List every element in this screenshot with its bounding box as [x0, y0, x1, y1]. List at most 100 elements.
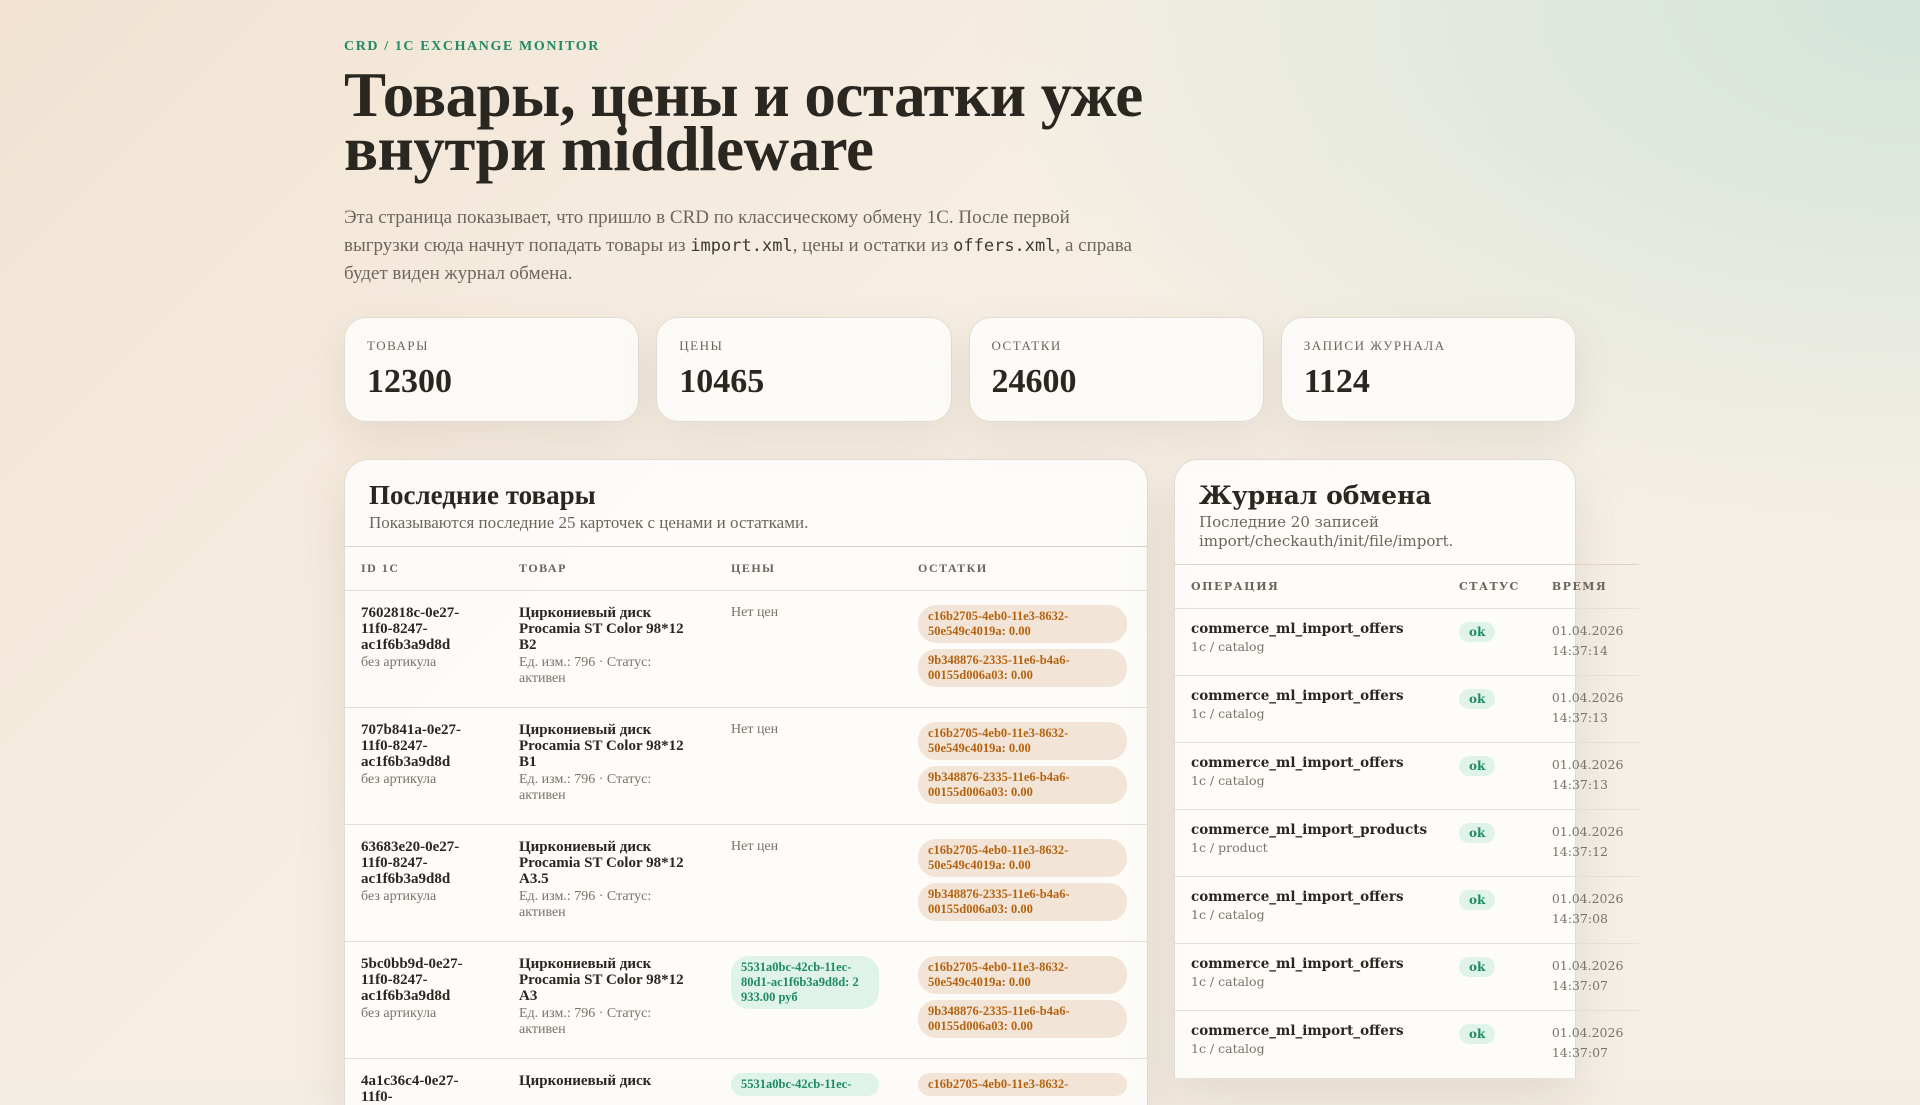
log-time: 14:37:13: [1552, 708, 1624, 728]
offers-xml-code: offers.xml: [953, 236, 1055, 256]
stat-label: ОСТАТКИ: [992, 338, 1241, 354]
operation-name: commerce_ml_import_offers: [1191, 621, 1427, 637]
operation-name: commerce_ml_import_offers: [1191, 889, 1427, 905]
stock-chip: c16b2705-4eb0-11e3-8632-50e549c4019a: 0.…: [918, 839, 1127, 877]
col-status: СТАТУС: [1443, 565, 1536, 609]
stocks-cell: c16b2705-4eb0-11e3-8632-50e549c4019a: 0.…: [902, 942, 1147, 1059]
table-row: 707b841a-0e27-11f0-8247-ac1f6b3a9d8dбез …: [345, 708, 1147, 825]
time-cell: 01.04.202614:37:14: [1536, 609, 1640, 676]
log-time: 14:37:13: [1552, 775, 1624, 795]
stock-chip: 9b348876-2335-11e6-b4a6-00155d006a03: 0.…: [918, 883, 1127, 921]
log-date: 01.04.2026: [1552, 755, 1624, 775]
id-cell: 63683e20-0e27-11f0-8247-ac1f6b3a9d8dбез …: [345, 825, 503, 942]
price-chip: 5531a0bc-42cb-11ec-80d1-ac1f6b3a9d8d: 2 …: [731, 956, 879, 1009]
intro-text: Эта страница показывает, что пришло в CR…: [344, 204, 1134, 288]
product-meta: Ед. изм.: 796 · Статус: активен: [519, 772, 699, 804]
prices-cell: Нет цен: [715, 825, 902, 942]
product-name: Циркониевый диск Procamia ST Color 98*12…: [519, 839, 699, 887]
time-cell: 01.04.202614:37:13: [1536, 743, 1640, 810]
id-cell: 4a1c36c4-0e27-11f0-: [345, 1059, 503, 1105]
stock-chip: c16b2705-4eb0-11e3-8632-: [918, 1073, 1127, 1096]
stats-row: ТОВАРЫ12300 ЦЕНЫ10465 ОСТАТКИ24600 ЗАПИС…: [344, 317, 1576, 422]
status-badge: ok: [1459, 823, 1495, 843]
operation-source: 1c / product: [1191, 840, 1427, 855]
products-panel: Последние товары Показываются последние 2…: [344, 459, 1148, 1105]
prices-cell: 5531a0bc-42cb-11ec-80d1-ac1f6b3a9d8d: 2 …: [715, 942, 902, 1059]
col-id: ID 1C: [345, 547, 503, 591]
stat-card-products: ТОВАРЫ 12300: [344, 317, 639, 422]
status-cell: ok: [1443, 944, 1536, 1011]
products-title: Последние товары: [369, 480, 1123, 511]
journal-row: commerce_ml_import_offers1c / catalogok0…: [1175, 676, 1639, 743]
operation-source: 1c / catalog: [1191, 974, 1427, 989]
stat-label: ТОВАРЫ: [367, 338, 616, 354]
operation-source: 1c / catalog: [1191, 907, 1427, 922]
product-id: 4a1c36c4-0e27-11f0-: [361, 1073, 487, 1105]
product-cell: Циркониевый диск Procamia ST Color 98*12…: [503, 942, 715, 1059]
operation-source: 1c / catalog: [1191, 1041, 1427, 1056]
stock-chip: c16b2705-4eb0-11e3-8632-50e549c4019a: 0.…: [918, 605, 1127, 643]
stock-chip: 9b348876-2335-11e6-b4a6-00155d006a03: 0.…: [918, 649, 1127, 687]
stocks-cell: c16b2705-4eb0-11e3-8632-50e549c4019a: 0.…: [902, 708, 1147, 825]
operation-cell: commerce_ml_import_offers 1c / catalog: [1175, 676, 1443, 743]
time-cell: 01.04.202614:37:07: [1536, 1011, 1640, 1078]
stocks-cell: c16b2705-4eb0-11e3-8632-: [902, 1059, 1147, 1105]
product-id: 7602818c-0e27-11f0-8247-ac1f6b3a9d8d: [361, 605, 487, 653]
stat-label: ЦЕНЫ: [679, 338, 928, 354]
log-date: 01.04.2026: [1552, 1023, 1624, 1043]
journal-row: commerce_ml_import_offers1c / catalogok0…: [1175, 877, 1639, 944]
product-name: Циркониевый диск Procamia ST Color 98*12…: [519, 722, 699, 770]
journal-row: commerce_ml_import_offers1c / catalog ok 0…: [1175, 609, 1639, 676]
product-cell: Циркониевый диск: [503, 1059, 715, 1105]
products-subtitle: Показываются последние 25 карточек с цен…: [369, 513, 1123, 532]
table-row: 7602818c-0e27-11f0-8247-ac1f6b3a9d8d без …: [345, 591, 1147, 708]
import-xml-code: import.xml: [690, 236, 792, 256]
status-badge: ok: [1459, 1024, 1495, 1044]
status-cell: ok: [1443, 743, 1536, 810]
no-prices-text: Нет цен: [731, 722, 886, 738]
operation-source: 1c / catalog: [1191, 706, 1427, 721]
operation-name: commerce_ml_import_offers: [1191, 1023, 1427, 1039]
col-operation: ОПЕРАЦИЯ: [1175, 565, 1443, 609]
operation-cell: commerce_ml_import_offers1c / catalog: [1175, 609, 1443, 676]
product-id: 63683e20-0e27-11f0-8247-ac1f6b3a9d8d: [361, 839, 487, 887]
product-meta: Ед. изм.: 796 · Статус: активен: [519, 655, 699, 687]
stock-chip: c16b2705-4eb0-11e3-8632-50e549c4019a: 0.…: [918, 956, 1127, 994]
log-time: 14:37:12: [1552, 842, 1624, 862]
operation-cell: commerce_ml_import_offers1c / catalog: [1175, 944, 1443, 1011]
id-cell: 5bc0bb9d-0e27-11f0-8247-ac1f6b3a9d8dбез …: [345, 942, 503, 1059]
journal-row: commerce_ml_import_offers1c / catalogok0…: [1175, 944, 1639, 1011]
journal-title: Журнал обмена: [1199, 480, 1551, 511]
log-time: 14:37:08: [1552, 909, 1624, 929]
operation-cell: commerce_ml_import_offers1c / catalog: [1175, 743, 1443, 810]
prices-cell: Нет цен: [715, 591, 902, 708]
table-row: 5bc0bb9d-0e27-11f0-8247-ac1f6b3a9d8dбез …: [345, 942, 1147, 1059]
operation-name: commerce_ml_import_offers: [1191, 688, 1427, 704]
col-time: ВРЕМЯ: [1536, 565, 1640, 609]
log-date: 01.04.2026: [1552, 688, 1624, 708]
log-time: 14:37:07: [1552, 976, 1624, 996]
no-prices-text: Нет цен: [731, 605, 886, 621]
log-date: 01.04.2026: [1552, 889, 1624, 909]
product-cell: Циркониевый диск Procamia ST Color 98*12…: [503, 591, 715, 708]
stat-value: 24600: [992, 363, 1241, 401]
table-row: 4a1c36c4-0e27-11f0-Циркониевый диск5531a…: [345, 1059, 1147, 1105]
product-id: 707b841a-0e27-11f0-8247-ac1f6b3a9d8d: [361, 722, 487, 770]
id-cell: 707b841a-0e27-11f0-8247-ac1f6b3a9d8dбез …: [345, 708, 503, 825]
operation-name: commerce_ml_import_offers: [1191, 755, 1427, 771]
id-cell: 7602818c-0e27-11f0-8247-ac1f6b3a9d8d без …: [345, 591, 503, 708]
col-product: ТОВАР: [503, 547, 715, 591]
stat-value: 12300: [367, 363, 616, 401]
status-badge: ok: [1459, 622, 1495, 642]
time-cell: 01.04.202614:37:07: [1536, 944, 1640, 1011]
status-cell: ok: [1443, 609, 1536, 676]
log-time: 14:37:07: [1552, 1043, 1624, 1063]
journal-row: commerce_ml_import_offers1c / catalogok0…: [1175, 743, 1639, 810]
log-date: 01.04.2026: [1552, 956, 1624, 976]
product-sku: без артикула: [361, 655, 487, 671]
stocks-cell: c16b2705-4eb0-11e3-8632-50e549c4019a: 0.…: [902, 591, 1147, 708]
stock-chip: 9b348876-2335-11e6-b4a6-00155d006a03: 0.…: [918, 1000, 1127, 1038]
product-name: Циркониевый диск Procamia ST Color 98*12…: [519, 605, 699, 653]
stat-value: 10465: [679, 363, 928, 401]
operation-cell: commerce_ml_import_products1c / product: [1175, 810, 1443, 877]
